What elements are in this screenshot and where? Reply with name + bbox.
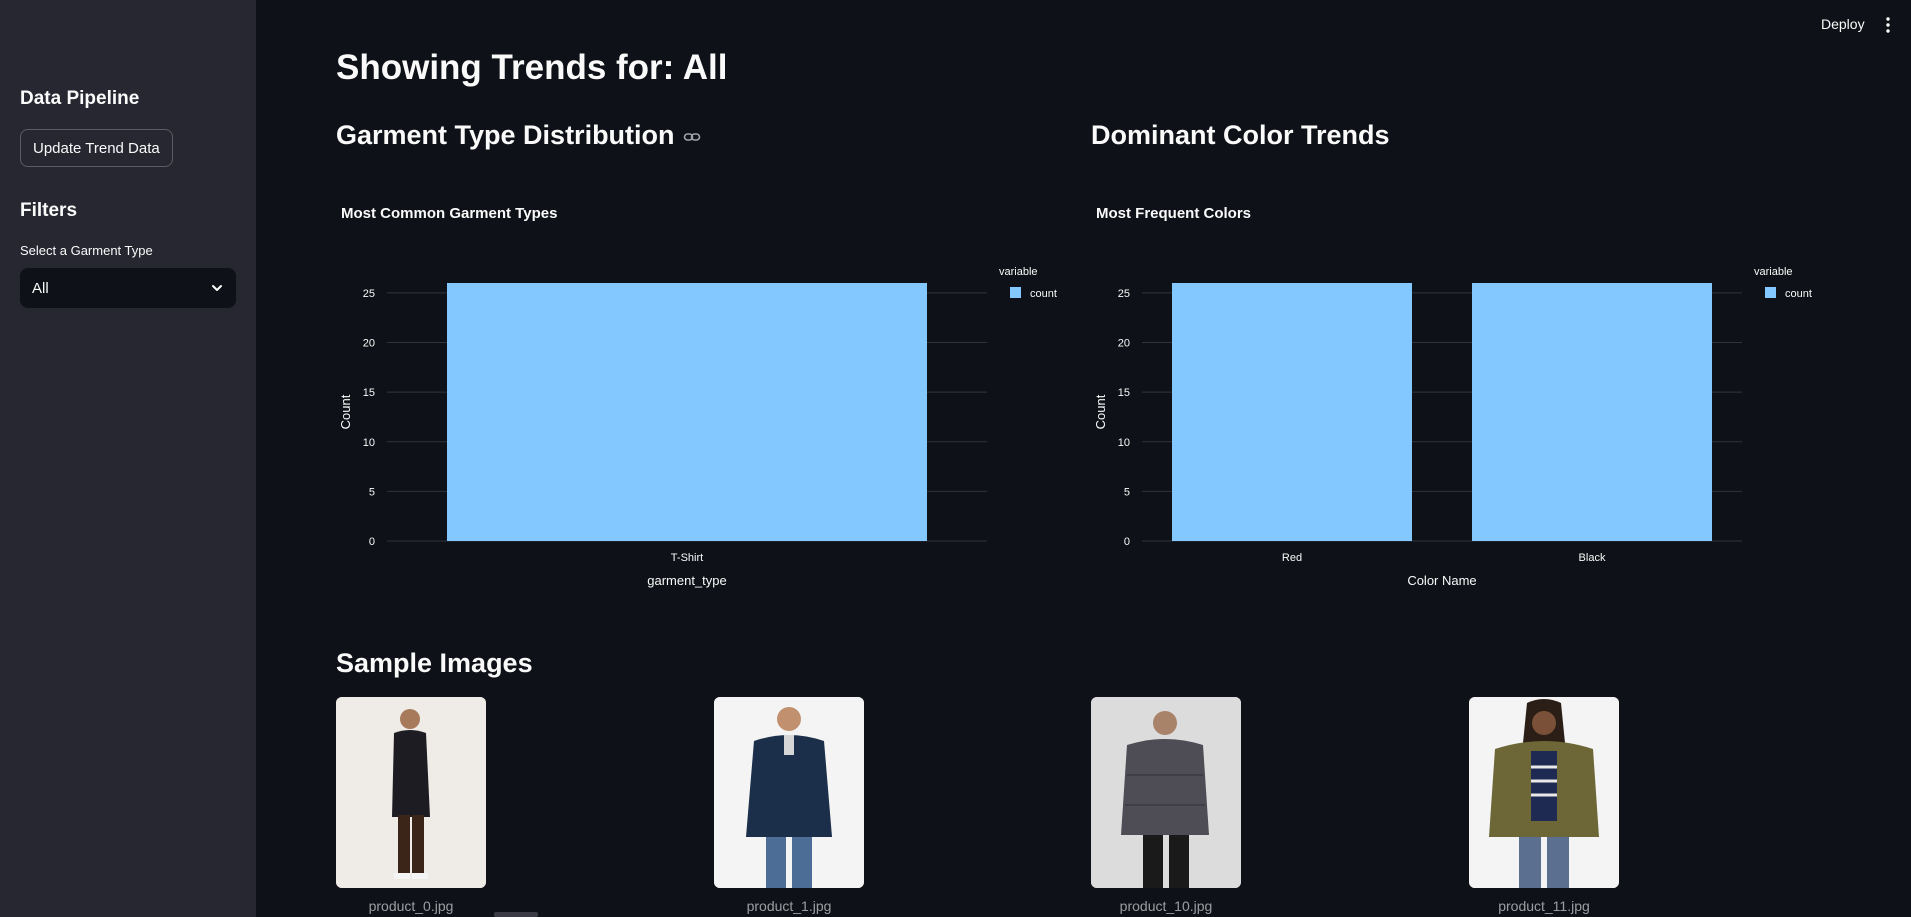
- person-puffer-jacket-image: [1091, 697, 1241, 888]
- y-tick-label: 10: [363, 437, 375, 449]
- person-hooded-jacket-image: [1469, 697, 1619, 888]
- garment-type-select[interactable]: All: [20, 268, 236, 308]
- y-tick-label: 10: [1118, 437, 1130, 449]
- y-tick-label: 5: [369, 486, 375, 498]
- garment-chart-svg: 0 5 10 15 20 25 T-Shirt garment_type Count variab…: [338, 266, 1057, 588]
- color-chart-title: Most Frequent Colors: [1096, 205, 1252, 222]
- y-tick-label: 15: [1118, 387, 1130, 399]
- update-trend-data-button[interactable]: Update Trend Data: [20, 129, 173, 167]
- garment-type-select-value: All: [32, 279, 49, 297]
- more-options-icon[interactable]: [1882, 16, 1894, 34]
- y-axis-title: Count: [1093, 394, 1108, 429]
- horizontal-scrollbar[interactable]: [494, 912, 538, 917]
- product-caption-2: product_10.jpg: [1119, 898, 1213, 914]
- y-tick-label: 25: [363, 288, 375, 300]
- garment-type-heading: Garment Type Distribution: [336, 120, 701, 151]
- color-chart: Most Frequent Colors 0 5 10 15 20 25 Red Black C…: [1092, 190, 1842, 600]
- chevron-down-icon: [212, 285, 222, 291]
- sidebar: Data Pipeline Update Trend Data Filters …: [0, 0, 256, 917]
- product-image-1[interactable]: [714, 697, 864, 888]
- legend-title: variable: [999, 266, 1038, 278]
- y-tick-label: 15: [363, 387, 375, 399]
- product-caption-0: product_0.jpg: [368, 898, 454, 914]
- y-tick-label: 5: [1124, 486, 1130, 498]
- legend-title: variable: [1754, 266, 1793, 278]
- person-sweater-image: [714, 697, 864, 888]
- bar: [1472, 283, 1712, 541]
- person-coat-image: [336, 697, 486, 888]
- link-icon[interactable]: [683, 128, 701, 146]
- legend-swatch: [1765, 287, 1776, 298]
- y-tick-label: 20: [363, 338, 375, 350]
- x-tick-label: Black: [1579, 552, 1606, 564]
- bar: [1172, 283, 1412, 541]
- y-tick-label: 0: [369, 536, 375, 548]
- x-tick-label: Red: [1282, 552, 1302, 564]
- legend-label: count: [1785, 288, 1812, 300]
- y-tick-label: 25: [1118, 288, 1130, 300]
- y-axis-title: Count: [338, 394, 353, 429]
- x-axis-title: Color Name: [1407, 573, 1476, 588]
- legend-swatch: [1010, 287, 1021, 298]
- sample-images-heading: Sample Images: [336, 648, 533, 678]
- color-trends-heading: Dominant Color Trends: [1091, 120, 1390, 150]
- garment-chart: Most Common Garment Types 0 5 10 15 20 25 T-Sh…: [337, 190, 1087, 600]
- deploy-button[interactable]: Deploy: [1821, 16, 1865, 32]
- product-caption-3: product_11.jpg: [1498, 898, 1590, 914]
- product-caption-1: product_1.jpg: [746, 898, 832, 914]
- y-tick-label: 20: [1118, 338, 1130, 350]
- page-title: Showing Trends for: All: [336, 48, 728, 87]
- garment-chart-title: Most Common Garment Types: [341, 205, 558, 222]
- product-image-0[interactable]: [336, 697, 486, 888]
- y-tick-label: 0: [1124, 536, 1130, 548]
- bar: [447, 283, 927, 541]
- garment-type-heading-text: Garment Type Distribution: [336, 120, 675, 150]
- product-image-3[interactable]: [1469, 697, 1619, 888]
- legend-label: count: [1030, 288, 1057, 300]
- x-axis-title: garment_type: [647, 573, 727, 588]
- color-chart-svg: 0 5 10 15 20 25 Red Black Color Name Count variabl…: [1093, 266, 1812, 588]
- garment-type-select-label: Select a Garment Type: [20, 243, 153, 258]
- x-tick-label: T-Shirt: [671, 552, 703, 564]
- product-image-2[interactable]: [1091, 697, 1241, 888]
- filters-heading: Filters: [20, 200, 78, 221]
- app-root: Data Pipeline Update Trend Data Filters …: [0, 0, 1911, 917]
- pipeline-heading: Data Pipeline: [20, 88, 140, 109]
